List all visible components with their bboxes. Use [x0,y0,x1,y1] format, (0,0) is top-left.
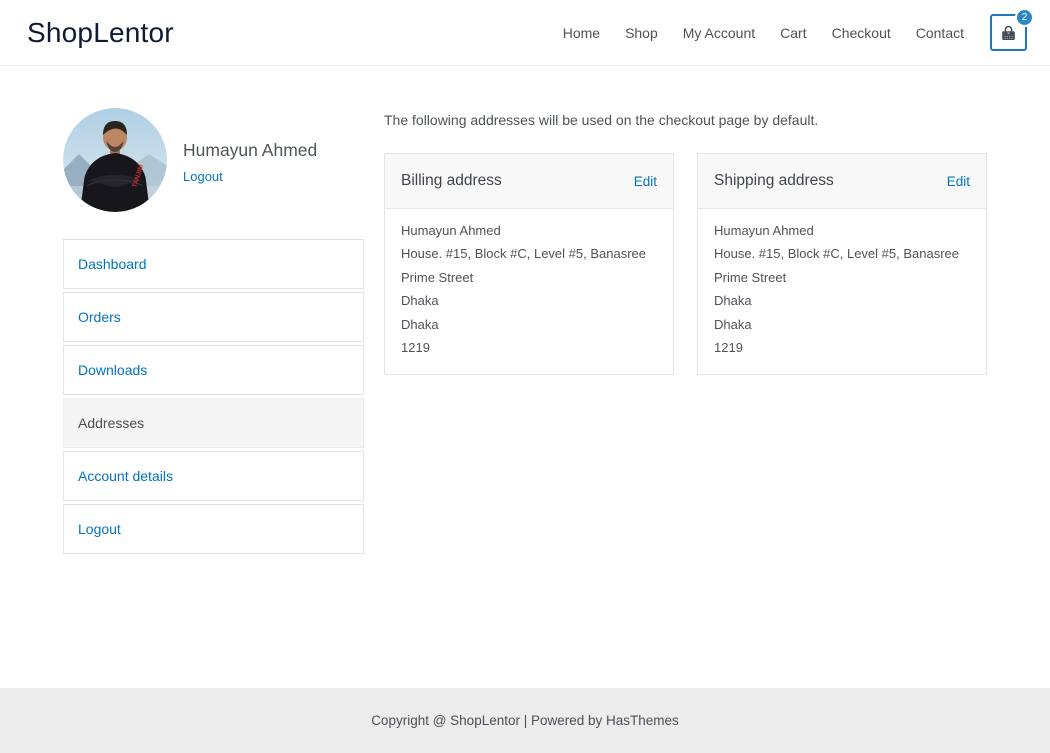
address-line: Dhaka [714,289,970,312]
address-line: 1219 [401,336,657,359]
sidebar-item-dashboard[interactable]: Dashboard [63,239,364,289]
avatar: TANJIM [63,108,167,212]
billing-edit-link[interactable]: Edit [634,174,657,189]
addresses-intro-text: The following addresses will be used on … [384,112,818,128]
billing-address-card: Billing address Edit Humayun Ahmed House… [384,153,674,375]
address-line: Humayun Ahmed [401,219,657,242]
billing-card-title: Billing address [401,172,502,190]
site-header: ShopLentor Home Shop My Account Cart Che… [0,0,1050,66]
site-logo[interactable]: ShopLentor [27,17,174,49]
nav-item-checkout[interactable]: Checkout [832,25,891,41]
sidebar-item-logout[interactable]: Logout [63,504,364,554]
account-nav: Dashboard Orders Downloads Addresses Acc… [63,239,364,557]
billing-address-body: Humayun Ahmed House. #15, Block #C, Leve… [385,209,673,369]
billing-card-header: Billing address Edit [385,154,673,209]
cart-count-badge: 2 [1015,8,1034,27]
sidebar-item-account-details[interactable]: Account details [63,451,364,501]
shipping-address-card: Shipping address Edit Humayun Ahmed Hous… [697,153,987,375]
address-line: Dhaka [401,289,657,312]
shipping-address-body: Humayun Ahmed House. #15, Block #C, Leve… [698,209,986,369]
nav-item-my-account[interactable]: My Account [683,25,755,41]
address-line: House. #15, Block #C, Level #5, Banasree… [401,242,657,289]
shopping-bag-icon [998,22,1019,43]
cart-button[interactable]: 2 [990,14,1027,51]
address-line: Dhaka [401,313,657,336]
footer-copyright-text: Copyright @ ShopLentor | Powered by HasT… [371,713,679,728]
nav-item-contact[interactable]: Contact [916,25,964,41]
nav-item-cart[interactable]: Cart [780,25,806,41]
shipping-card-title: Shipping address [714,172,834,190]
nav-item-shop[interactable]: Shop [625,25,658,41]
address-line: Dhaka [714,313,970,336]
nav-item-home[interactable]: Home [563,25,600,41]
sidebar-item-orders[interactable]: Orders [63,292,364,342]
sidebar-item-addresses[interactable]: Addresses [63,398,364,448]
address-line: 1219 [714,336,970,359]
address-line: House. #15, Block #C, Level #5, Banasree… [714,242,970,289]
site-footer: Copyright @ ShopLentor | Powered by HasT… [0,688,1050,753]
sidebar-item-downloads[interactable]: Downloads [63,345,364,395]
profile-name: Humayun Ahmed [183,140,317,161]
profile-logout-link[interactable]: Logout [183,169,223,184]
main-nav: Home Shop My Account Cart Checkout Conta… [563,25,964,41]
shipping-edit-link[interactable]: Edit [947,174,970,189]
address-line: Humayun Ahmed [714,219,970,242]
shipping-card-header: Shipping address Edit [698,154,986,209]
